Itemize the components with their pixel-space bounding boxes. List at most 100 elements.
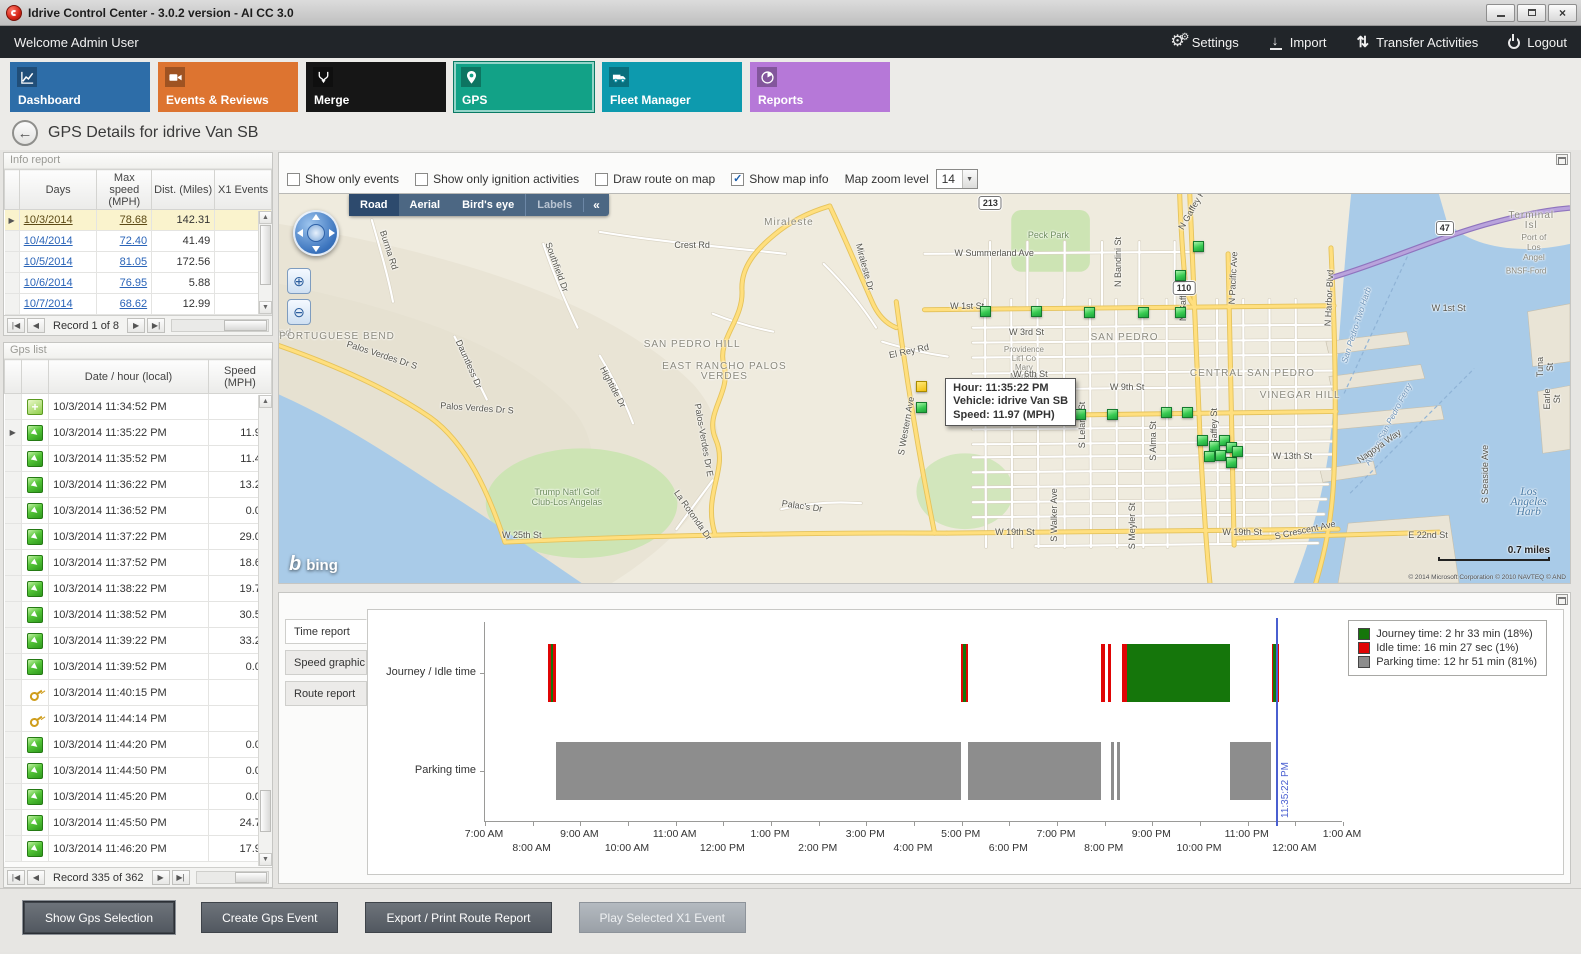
nav-last-icon[interactable]: ▶| xyxy=(172,870,190,885)
days-cell[interactable]: 10/4/2014 xyxy=(19,231,97,252)
close-button[interactable]: × xyxy=(1548,4,1577,22)
checkbox-show-map-info[interactable]: ✓Show map info xyxy=(731,172,828,186)
max-speed-link[interactable]: 68.62 xyxy=(120,298,148,310)
max-speed-cell[interactable]: 78.68 xyxy=(97,210,152,231)
day-link[interactable]: 10/4/2014 xyxy=(24,235,73,247)
report-tab-time-report[interactable]: Time report xyxy=(285,619,367,644)
days-cell[interactable]: 10/6/2014 xyxy=(19,273,97,294)
column-header-max-speed[interactable]: Max speed (MPH) xyxy=(97,170,152,210)
gps-list-row[interactable]: 10/3/2014 11:39:22 PM33.21 xyxy=(5,628,272,654)
map-canvas[interactable]: MiralestePeck ParkW Summerland AveCrest … xyxy=(279,193,1570,583)
max-speed-cell[interactable]: 72.40 xyxy=(97,231,152,252)
info-report-scrollbar[interactable]: ▲ ▼ xyxy=(258,211,272,314)
max-speed-link[interactable]: 81.05 xyxy=(120,256,148,268)
days-cell[interactable]: 10/7/2014 xyxy=(19,294,97,315)
minimize-button[interactable] xyxy=(1486,4,1515,22)
map-view-tab-aerial[interactable]: Aerial xyxy=(399,194,452,216)
info-report-row[interactable]: 10/6/201476.955.88 xyxy=(5,273,272,294)
map-collapse-button[interactable]: « xyxy=(583,198,609,212)
checkbox-show-only-events[interactable]: Show only events xyxy=(287,172,399,186)
import-button[interactable]: Import xyxy=(1269,35,1327,50)
gps-list-row[interactable]: 10/3/2014 11:36:22 PM13.28 xyxy=(5,472,272,498)
scroll-up-icon[interactable]: ▲ xyxy=(259,211,272,224)
days-cell[interactable]: 10/5/2014 xyxy=(19,252,97,273)
gps-list-scrollbar[interactable]: ▲ ▼ xyxy=(258,395,272,866)
scrollbar-thumb[interactable] xyxy=(235,872,267,883)
day-link[interactable]: 10/3/2014 xyxy=(24,214,73,226)
max-speed-cell[interactable]: 76.95 xyxy=(97,273,152,294)
scrollbar-thumb[interactable] xyxy=(260,790,271,832)
horizontal-scrollbar[interactable] xyxy=(171,319,269,332)
map-view-tab-labels[interactable]: Labels xyxy=(525,194,583,216)
gps-list-row[interactable]: 10/3/2014 11:40:15 PM xyxy=(5,680,272,706)
column-header-icon[interactable] xyxy=(21,360,48,394)
day-link[interactable]: 10/7/2014 xyxy=(24,298,73,310)
report-tab-route-report[interactable]: Route report xyxy=(285,681,367,706)
scroll-up-icon[interactable]: ▲ xyxy=(259,395,272,408)
tab-dashboard[interactable]: Dashboard xyxy=(10,62,150,112)
settings-button[interactable]: ⚙⚙ Settings xyxy=(1170,34,1238,50)
tab-fleet-manager[interactable]: Fleet Manager xyxy=(602,62,742,112)
pan-north-icon[interactable] xyxy=(312,214,320,220)
info-report-row[interactable]: ▶10/3/201478.68142.31 xyxy=(5,210,272,231)
gps-marker[interactable] xyxy=(1175,270,1186,281)
tab-reports[interactable]: Reports xyxy=(750,62,890,112)
column-header-dist[interactable]: Dist. (Miles) xyxy=(152,170,215,210)
gps-marker[interactable] xyxy=(1084,307,1095,318)
nav-next-icon[interactable]: ▶ xyxy=(152,870,170,885)
gps-list-row[interactable]: 10/3/2014 11:37:22 PM29.05 xyxy=(5,524,272,550)
day-link[interactable]: 10/5/2014 xyxy=(24,256,73,268)
gps-marker[interactable] xyxy=(1031,306,1042,317)
info-report-row[interactable]: 10/4/201472.4041.49 xyxy=(5,231,272,252)
days-cell[interactable]: 10/3/2014 xyxy=(19,210,97,231)
checkbox-show-only-ignition-activities[interactable]: Show only ignition activities xyxy=(415,172,579,186)
nav-last-icon[interactable]: ▶| xyxy=(147,318,165,333)
gps-marker[interactable] xyxy=(1107,409,1118,420)
panel-maximize-button[interactable] xyxy=(1556,154,1568,165)
scrollbar-thumb[interactable] xyxy=(224,320,267,331)
panel-maximize-button[interactable] xyxy=(1556,594,1568,605)
report-tab-speed-graphic[interactable]: Speed graphic xyxy=(285,650,367,675)
nav-first-icon[interactable]: |◀ xyxy=(7,318,25,333)
gps-marker[interactable] xyxy=(1182,407,1193,418)
gps-marker[interactable] xyxy=(1232,446,1243,457)
gps-list-row[interactable]: 10/3/2014 11:39:52 PM0.00 xyxy=(5,654,272,680)
gps-marker-selected[interactable] xyxy=(916,381,927,392)
map-zoom-out-button[interactable]: ⊖ xyxy=(287,299,311,325)
nav-prev-icon[interactable]: ◀ xyxy=(27,318,45,333)
max-speed-cell[interactable]: 81.05 xyxy=(97,252,152,273)
transfer-activities-button[interactable]: ⇅ Transfer Activities xyxy=(1357,33,1479,51)
checkbox-draw-route-on-map[interactable]: Draw route on map xyxy=(595,172,715,186)
nav-prev-icon[interactable]: ◀ xyxy=(27,870,45,885)
show-gps-selection-button[interactable]: Show Gps Selection xyxy=(24,902,174,933)
nav-first-icon[interactable]: |◀ xyxy=(7,870,25,885)
maximize-button[interactable] xyxy=(1517,4,1546,22)
scroll-down-icon[interactable]: ▼ xyxy=(259,853,272,866)
gps-list-row[interactable]: 10/3/2014 11:36:52 PM0.00 xyxy=(5,498,272,524)
nav-next-icon[interactable]: ▶ xyxy=(127,318,145,333)
column-header-x1-events[interactable]: X1 Events xyxy=(215,170,272,210)
gps-marker[interactable] xyxy=(1075,409,1086,420)
max-speed-link[interactable]: 72.40 xyxy=(120,235,148,247)
gps-list-row[interactable]: 10/3/2014 11:45:50 PM24.75 xyxy=(5,810,272,836)
map-zoom-in-button[interactable]: ⊕ xyxy=(287,268,311,294)
map-compass-control[interactable] xyxy=(293,210,339,256)
max-speed-link[interactable]: 76.95 xyxy=(120,277,148,289)
export-print-route-report-button[interactable]: Export / Print Route Report xyxy=(365,902,551,933)
gps-marker[interactable] xyxy=(1193,241,1204,252)
gps-marker[interactable] xyxy=(1138,307,1149,318)
gps-marker[interactable] xyxy=(1197,435,1208,446)
gps-marker[interactable] xyxy=(1175,307,1186,318)
day-link[interactable]: 10/6/2014 xyxy=(24,277,73,289)
gps-list-row[interactable]: 10/3/2014 11:38:22 PM19.70 xyxy=(5,576,272,602)
tab-events-reviews[interactable]: Events & Reviews xyxy=(158,62,298,112)
scrollbar-thumb[interactable] xyxy=(260,225,271,285)
gps-list-row[interactable]: 10/3/2014 11:46:20 PM17.93 xyxy=(5,836,272,862)
pan-east-icon[interactable] xyxy=(329,229,335,237)
info-report-row[interactable]: 10/7/201468.6212.99 xyxy=(5,294,272,315)
gps-list-row[interactable]: 10/3/2014 11:44:20 PM0.00 xyxy=(5,732,272,758)
gps-list-row[interactable]: 10/3/2014 11:34:52 PM xyxy=(5,394,272,420)
logout-button[interactable]: Logout xyxy=(1508,35,1567,50)
gps-list-row[interactable]: 10/3/2014 11:37:52 PM18.63 xyxy=(5,550,272,576)
map-view-tab-bird-s-eye[interactable]: Bird's eye xyxy=(451,194,525,216)
